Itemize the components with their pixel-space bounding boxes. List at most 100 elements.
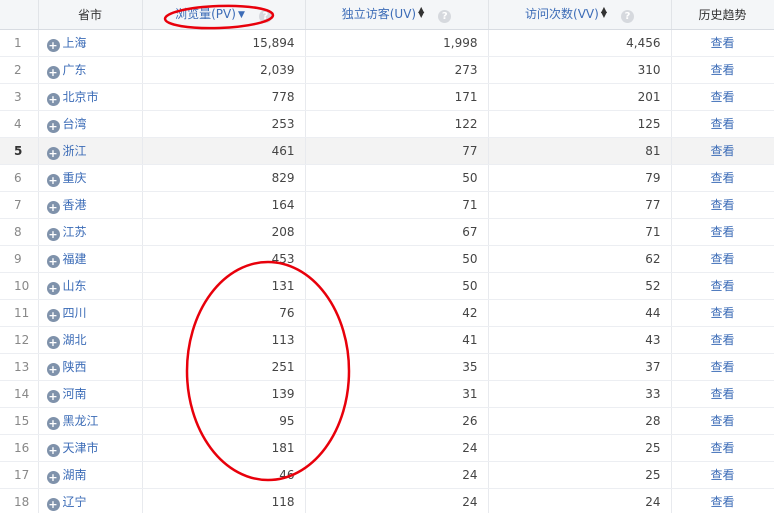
province-cell[interactable]: + 北京市 bbox=[38, 83, 143, 111]
pv-column-header[interactable]: 浏览量(PV) ▼? bbox=[142, 0, 306, 30]
province-cell[interactable]: + 台湾 bbox=[38, 110, 143, 138]
question-circle-icon[interactable]: ? bbox=[620, 10, 634, 24]
plus-circle-icon[interactable]: + bbox=[46, 92, 60, 106]
province-link[interactable]: 河南 bbox=[63, 387, 87, 401]
trend-cell[interactable]: 查看 bbox=[671, 83, 774, 111]
trend-cell[interactable]: 查看 bbox=[671, 218, 774, 246]
plus-circle-icon[interactable]: + bbox=[46, 227, 60, 241]
province-link[interactable]: 广东 bbox=[63, 63, 87, 77]
province-cell[interactable]: + 辽宁 bbox=[38, 488, 143, 513]
trend-cell[interactable]: 查看 bbox=[671, 326, 774, 354]
plus-circle-icon[interactable]: + bbox=[46, 254, 60, 268]
view-trend-link[interactable]: 查看 bbox=[710, 441, 734, 455]
view-trend-link[interactable]: 查看 bbox=[710, 63, 734, 77]
trend-cell[interactable]: 查看 bbox=[671, 56, 774, 84]
plus-circle-icon[interactable]: + bbox=[46, 470, 60, 484]
province-cell[interactable]: + 江苏 bbox=[38, 218, 143, 246]
province-cell[interactable]: + 湖南 bbox=[38, 461, 143, 489]
province-cell[interactable]: + 重庆 bbox=[38, 164, 143, 192]
province-link[interactable]: 湖南 bbox=[63, 468, 87, 482]
view-trend-link[interactable]: 查看 bbox=[710, 360, 734, 374]
view-trend-link[interactable]: 查看 bbox=[710, 225, 734, 239]
trend-cell[interactable]: 查看 bbox=[671, 434, 774, 462]
province-link[interactable]: 福建 bbox=[63, 252, 87, 266]
view-trend-link[interactable]: 查看 bbox=[710, 198, 734, 212]
province-link[interactable]: 山东 bbox=[63, 279, 87, 293]
view-trend-link[interactable]: 查看 bbox=[710, 144, 734, 158]
province-cell[interactable]: + 黑龙江 bbox=[38, 407, 143, 435]
question-circle-icon[interactable]: ? bbox=[258, 10, 272, 24]
province-link[interactable]: 黑龙江 bbox=[63, 414, 99, 428]
province-link[interactable]: 江苏 bbox=[63, 225, 87, 239]
trend-cell[interactable]: 查看 bbox=[671, 272, 774, 300]
view-trend-link[interactable]: 查看 bbox=[710, 306, 734, 320]
trend-cell[interactable]: 查看 bbox=[671, 29, 774, 57]
trend-cell[interactable]: 查看 bbox=[671, 488, 774, 513]
province-link[interactable]: 重庆 bbox=[63, 171, 87, 185]
province-cell[interactable]: + 陕西 bbox=[38, 353, 143, 381]
province-link[interactable]: 台湾 bbox=[63, 117, 87, 131]
trend-cell[interactable]: 查看 bbox=[671, 137, 774, 165]
province-link[interactable]: 上海 bbox=[63, 36, 87, 50]
plus-circle-icon[interactable]: + bbox=[46, 281, 60, 295]
trend-cell[interactable]: 查看 bbox=[671, 191, 774, 219]
view-trend-link[interactable]: 查看 bbox=[710, 171, 734, 185]
view-trend-link[interactable]: 查看 bbox=[710, 117, 734, 131]
view-trend-link[interactable]: 查看 bbox=[710, 90, 734, 104]
sort-down-icon[interactable]: ▼ bbox=[238, 10, 245, 20]
trend-cell[interactable]: 查看 bbox=[671, 110, 774, 138]
province-link[interactable]: 四川 bbox=[63, 306, 87, 320]
province-cell[interactable]: + 香港 bbox=[38, 191, 143, 219]
province-cell[interactable]: + 湖北 bbox=[38, 326, 143, 354]
province-link[interactable]: 辽宁 bbox=[63, 495, 87, 509]
plus-circle-icon[interactable]: + bbox=[46, 497, 60, 511]
plus-circle-icon[interactable]: + bbox=[46, 443, 60, 457]
vv-header-label[interactable]: 访问次数(VV) bbox=[525, 7, 599, 21]
trend-cell[interactable]: 查看 bbox=[671, 461, 774, 489]
province-cell[interactable]: + 四川 bbox=[38, 299, 143, 327]
uv-column-header[interactable]: 独立访客(UV) ▲ ▼? bbox=[305, 0, 489, 30]
trend-cell[interactable]: 查看 bbox=[671, 380, 774, 408]
plus-circle-icon[interactable]: + bbox=[46, 335, 60, 349]
province-cell[interactable]: + 浙江 bbox=[38, 137, 143, 165]
province-cell[interactable]: + 广东 bbox=[38, 56, 143, 84]
pv-header-label[interactable]: 浏览量(PV) bbox=[175, 7, 236, 21]
province-link[interactable]: 北京市 bbox=[63, 90, 99, 104]
plus-circle-icon[interactable]: + bbox=[46, 146, 60, 160]
province-link[interactable]: 香港 bbox=[63, 198, 87, 212]
view-trend-link[interactable]: 查看 bbox=[710, 252, 734, 266]
plus-circle-icon[interactable]: + bbox=[46, 389, 60, 403]
plus-circle-icon[interactable]: + bbox=[46, 200, 60, 214]
province-link[interactable]: 湖北 bbox=[63, 333, 87, 347]
province-cell[interactable]: + 上海 bbox=[38, 29, 143, 57]
trend-cell[interactable]: 查看 bbox=[671, 245, 774, 273]
sort-updown-icon[interactable]: ▲ ▼ bbox=[418, 6, 424, 19]
plus-circle-icon[interactable]: + bbox=[46, 416, 60, 430]
view-trend-link[interactable]: 查看 bbox=[710, 414, 734, 428]
province-cell[interactable]: + 河南 bbox=[38, 380, 143, 408]
province-link[interactable]: 浙江 bbox=[63, 144, 87, 158]
question-circle-icon[interactable]: ? bbox=[438, 10, 452, 24]
view-trend-link[interactable]: 查看 bbox=[710, 279, 734, 293]
trend-cell[interactable]: 查看 bbox=[671, 164, 774, 192]
plus-circle-icon[interactable]: + bbox=[46, 38, 60, 52]
trend-cell[interactable]: 查看 bbox=[671, 407, 774, 435]
uv-header-label[interactable]: 独立访客(UV) bbox=[342, 7, 416, 21]
view-trend-link[interactable]: 查看 bbox=[710, 333, 734, 347]
province-link[interactable]: 陕西 bbox=[63, 360, 87, 374]
trend-cell[interactable]: 查看 bbox=[671, 299, 774, 327]
plus-circle-icon[interactable]: + bbox=[46, 119, 60, 133]
plus-circle-icon[interactable]: + bbox=[46, 173, 60, 187]
trend-cell[interactable]: 查看 bbox=[671, 353, 774, 381]
view-trend-link[interactable]: 查看 bbox=[710, 495, 734, 509]
vv-column-header[interactable]: 访问次数(VV) ▲ ▼? bbox=[488, 0, 672, 30]
plus-circle-icon[interactable]: + bbox=[46, 65, 60, 79]
view-trend-link[interactable]: 查看 bbox=[710, 387, 734, 401]
plus-circle-icon[interactable]: + bbox=[46, 308, 60, 322]
province-cell[interactable]: + 天津市 bbox=[38, 434, 143, 462]
sort-updown-icon[interactable]: ▲ ▼ bbox=[601, 6, 607, 19]
view-trend-link[interactable]: 查看 bbox=[710, 468, 734, 482]
province-cell[interactable]: + 山东 bbox=[38, 272, 143, 300]
province-link[interactable]: 天津市 bbox=[63, 441, 99, 455]
plus-circle-icon[interactable]: + bbox=[46, 362, 60, 376]
